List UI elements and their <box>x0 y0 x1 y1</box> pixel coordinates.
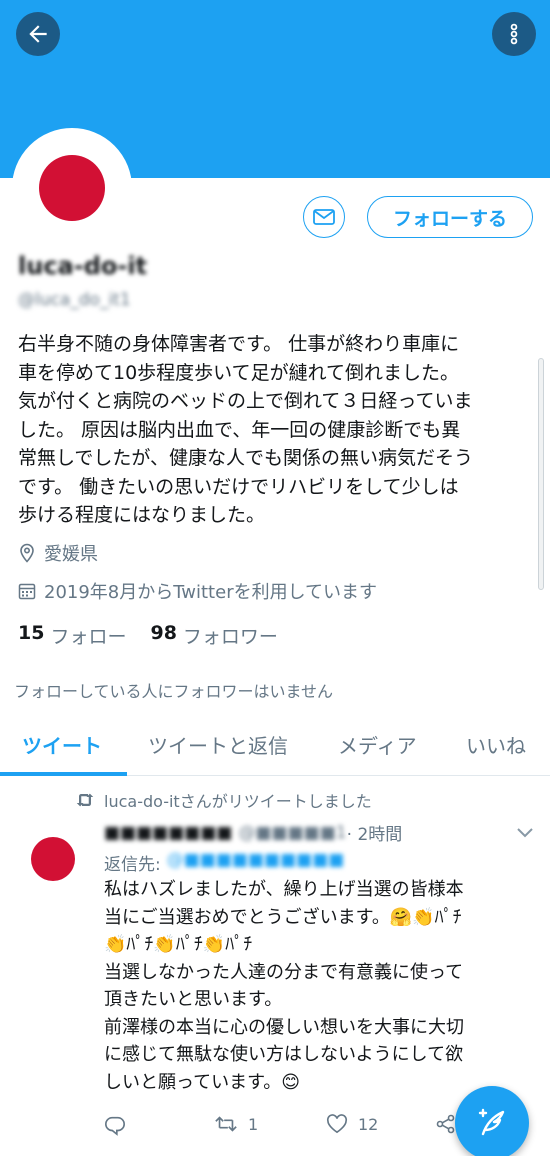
followers-link[interactable]: 98 フォロワー <box>150 622 277 649</box>
tweet-header: ■■■■■■■■ @■■■■■1 · 2時間 <box>104 820 403 846</box>
username: @luca_do_it1 <box>18 290 131 310</box>
reply-to: 返信先: @■■■■■■■■■■ <box>104 850 344 875</box>
join-date-text: 2019年8月からTwitterを利用しています <box>44 582 378 603</box>
tweet-author-name[interactable]: ■■■■■■■■ <box>104 823 233 843</box>
calendar-icon <box>18 583 36 600</box>
tab-media[interactable]: メディア <box>338 730 417 759</box>
followers-count: 98 <box>150 622 177 644</box>
retweet-icon <box>76 793 94 807</box>
retweet-context-text: luca-do-itさんがリツイートしました <box>104 792 372 811</box>
tab-tweets-replies[interactable]: ツイートと返信 <box>148 730 288 759</box>
like-button[interactable]: 12 <box>326 1114 378 1134</box>
followers-label: フォロワー <box>182 626 278 648</box>
reply-icon <box>105 1116 125 1136</box>
compose-tweet-icon <box>478 1108 505 1136</box>
follow-button[interactable]: フォローする <box>367 196 533 238</box>
compose-tweet-button[interactable] <box>455 1086 529 1156</box>
location-row: 愛媛県 <box>18 540 98 566</box>
scrollbar[interactable] <box>538 358 544 590</box>
join-date-row: 2019年8月からTwitterを利用しています <box>18 578 377 604</box>
back-button[interactable] <box>16 12 60 56</box>
reply-to-label: 返信先: <box>104 855 161 875</box>
following-label: フォロー <box>50 626 127 648</box>
like-icon <box>326 1114 348 1134</box>
tab-tweets[interactable]: ツイート <box>22 730 102 759</box>
chevron-down-icon[interactable] <box>515 826 535 840</box>
avatar-image <box>39 155 105 221</box>
display-name: luca-do-it <box>18 252 148 280</box>
retweet-context[interactable]: luca-do-itさんがリツイートしました <box>76 788 372 812</box>
tweet-time: · 2時間 <box>346 825 403 845</box>
profile-tabs: ツイート ツイートと返信 メディア いいね <box>0 716 550 776</box>
profile-bio: 右半身不随の身体障害者です。 仕事が終わり車庫に 車を停めて10歩程度歩いて足が… <box>18 333 474 526</box>
known-followers-note: フォローしている人にフォロワーはいません <box>14 682 334 701</box>
tweet-text: 私はハズレましたが、繰り上げ当選の皆様本 当にご当選おめでとうございます。🤗👏ﾊ… <box>104 879 464 1093</box>
more-options-button[interactable] <box>492 12 536 56</box>
tweet-avatar-image <box>31 837 75 881</box>
tweet-author-avatar[interactable] <box>28 834 78 884</box>
following-link[interactable]: 15 フォロー <box>18 622 126 649</box>
following-count: 15 <box>18 622 45 644</box>
retweet-button[interactable]: 1 <box>214 1114 258 1134</box>
mail-icon <box>313 209 335 225</box>
back-arrow-icon <box>29 25 47 43</box>
location-pin-icon <box>20 543 34 563</box>
retweet-icon <box>215 1116 237 1132</box>
retweet-count: 1 <box>248 1114 259 1134</box>
tweet-author-handle: @■■■■■1 <box>238 822 347 843</box>
follow-counts: 15 フォロー 98 フォロワー <box>18 622 302 649</box>
reply-button[interactable] <box>104 1114 136 1136</box>
message-button[interactable] <box>303 196 345 238</box>
tab-likes[interactable]: いいね <box>466 730 526 759</box>
location-text: 愛媛県 <box>44 544 98 565</box>
profile-avatar[interactable] <box>12 128 132 248</box>
more-vertical-icon <box>510 23 518 45</box>
like-count: 12 <box>358 1114 379 1134</box>
share-icon <box>436 1114 455 1134</box>
reply-to-handle[interactable]: @■■■■■■■■■■ <box>167 850 345 875</box>
active-tab-indicator <box>0 772 127 776</box>
